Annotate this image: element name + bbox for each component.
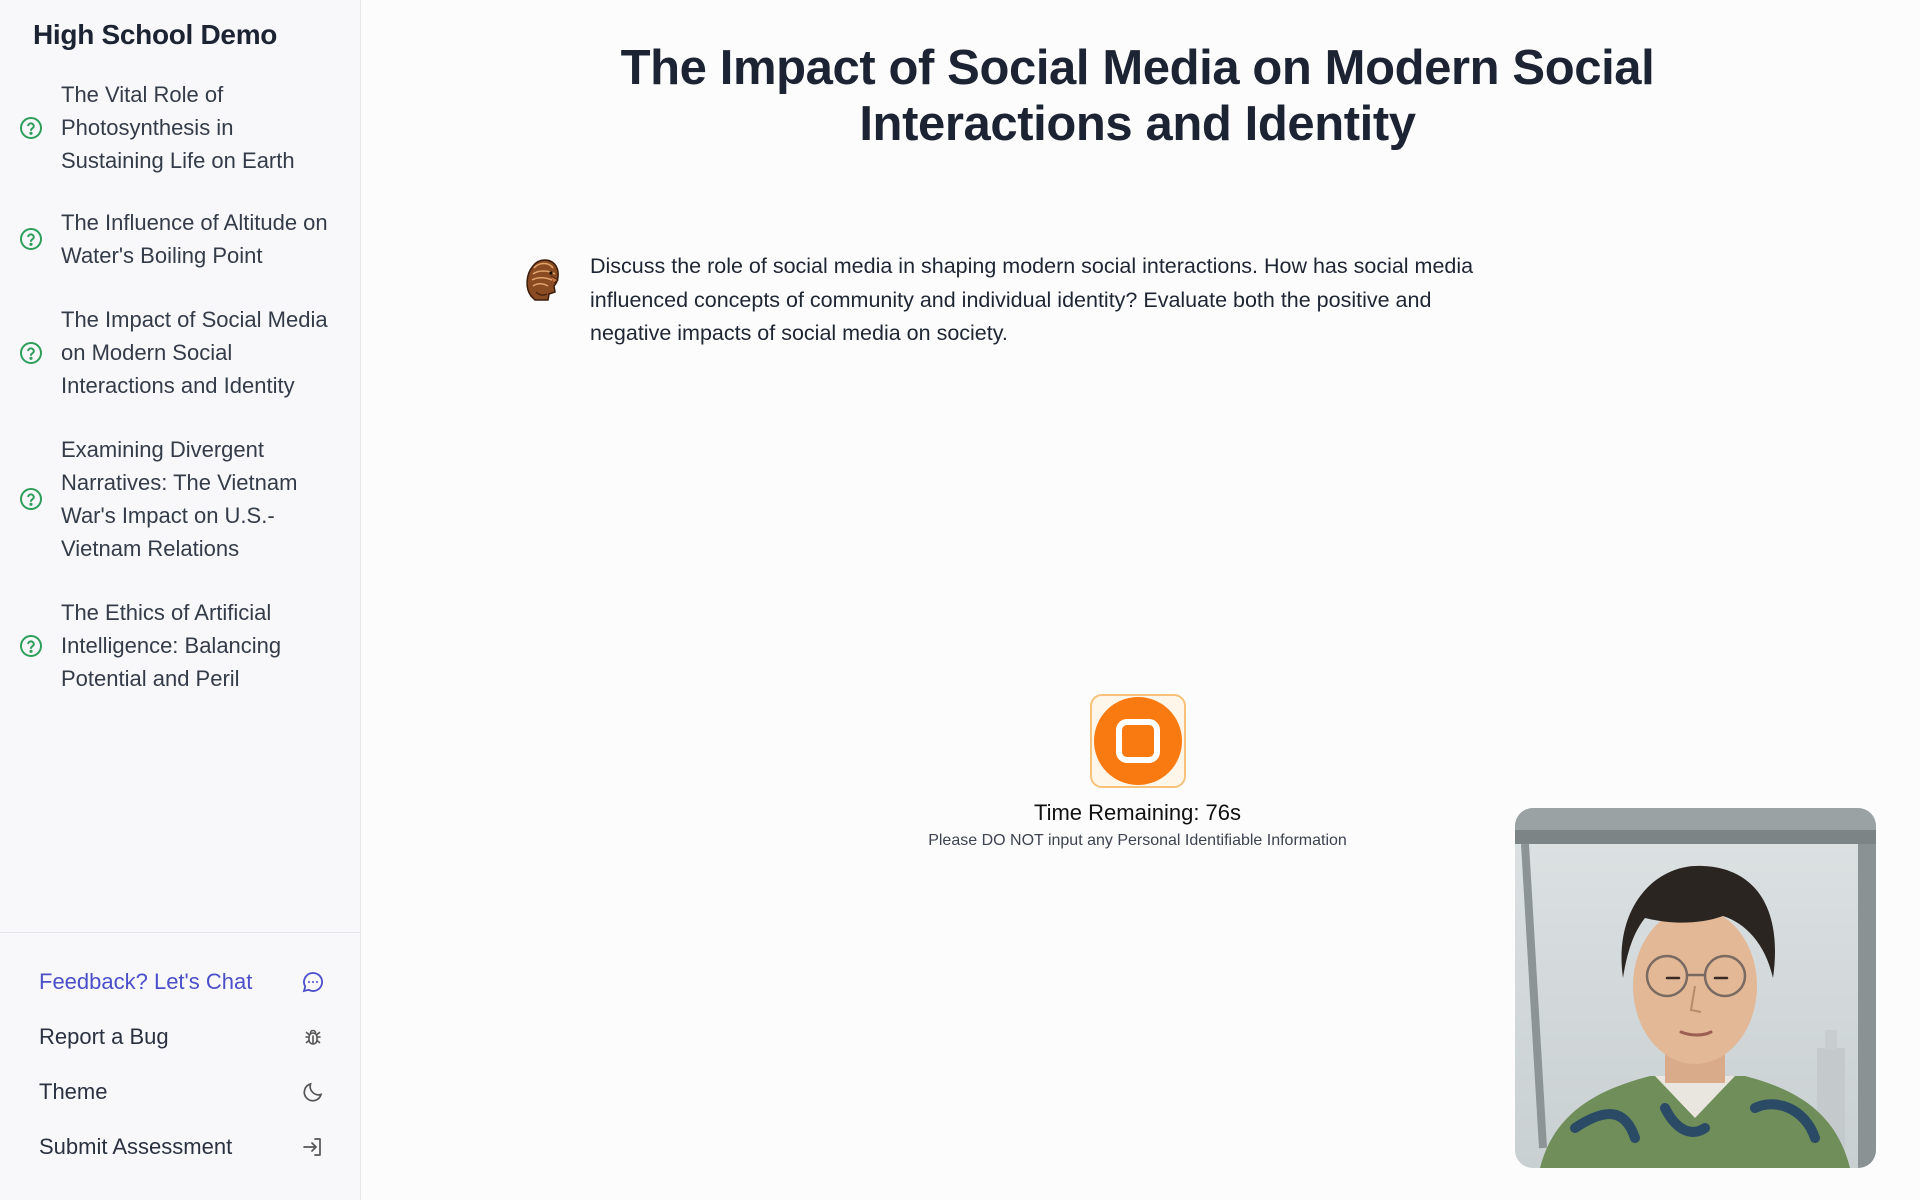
bug-icon xyxy=(305,1029,321,1045)
assistant-avatar xyxy=(526,259,559,301)
question-circle-icon xyxy=(20,341,42,364)
feedback-label: Feedback? Let's Chat xyxy=(39,969,253,994)
webcam-feed-image xyxy=(1515,808,1876,1168)
topic-item[interactable]: The Ethics of Artificial Intelligence: B… xyxy=(0,596,360,695)
page-title: The Impact of Social Media on Modern Soc… xyxy=(620,41,1655,151)
topic-item[interactable]: Examining Divergent Narratives: The Viet… xyxy=(0,433,360,565)
moon-icon xyxy=(303,1082,323,1102)
report-bug-label: Report a Bug xyxy=(39,1024,169,1049)
webcam-preview xyxy=(1515,808,1876,1168)
sign-in-icon xyxy=(303,1138,321,1156)
question-circle-icon xyxy=(20,488,42,510)
question-circle-icon xyxy=(20,228,42,250)
submit-assessment-label: Submit Assessment xyxy=(39,1134,233,1159)
pii-notice: Please DO NOT input any Personal Identif… xyxy=(928,832,1347,849)
question-circle-icon xyxy=(20,634,42,657)
topic-label: The Ethics of Artificial Intelligence: B… xyxy=(61,600,282,691)
stop-icon xyxy=(1094,697,1182,785)
sidebar: High School Demo The Vital Role of Photo… xyxy=(0,0,361,1200)
topic-item[interactable]: The Influence of Altitude on Water's Boi… xyxy=(0,206,360,272)
chat-bubble-icon xyxy=(302,972,323,993)
topic-label: The Impact of Social Media on Modern Soc… xyxy=(61,307,328,398)
question-circle-icon xyxy=(20,116,42,139)
question-prompt: Discuss the role of social media in shap… xyxy=(590,254,1474,345)
theme-label: Theme xyxy=(39,1079,108,1104)
feedback-link[interactable]: Feedback? Let's Chat xyxy=(39,969,325,995)
time-remaining: Time Remaining: 76s xyxy=(1033,800,1242,825)
topic-label: The Vital Role of Photosynthesis in Sust… xyxy=(61,82,295,173)
stop-recording-button[interactable] xyxy=(1090,694,1186,788)
topic-item[interactable]: The Vital Role of Photosynthesis in Sust… xyxy=(0,78,360,177)
topic-list: The Vital Role of Photosynthesis in Sust… xyxy=(0,78,360,695)
topic-label: Examining Divergent Narratives: The Viet… xyxy=(61,437,298,561)
submit-assessment-button[interactable]: Submit Assessment xyxy=(39,1134,325,1160)
report-bug-link[interactable]: Report a Bug xyxy=(39,1024,325,1050)
sidebar-divider xyxy=(0,932,360,933)
theme-toggle[interactable]: Theme xyxy=(39,1079,325,1105)
app-title: High School Demo xyxy=(33,19,278,50)
topic-label: The Influence of Altitude on Water's Boi… xyxy=(61,210,328,268)
topic-item[interactable]: The Impact of Social Media on Modern Soc… xyxy=(0,303,360,402)
